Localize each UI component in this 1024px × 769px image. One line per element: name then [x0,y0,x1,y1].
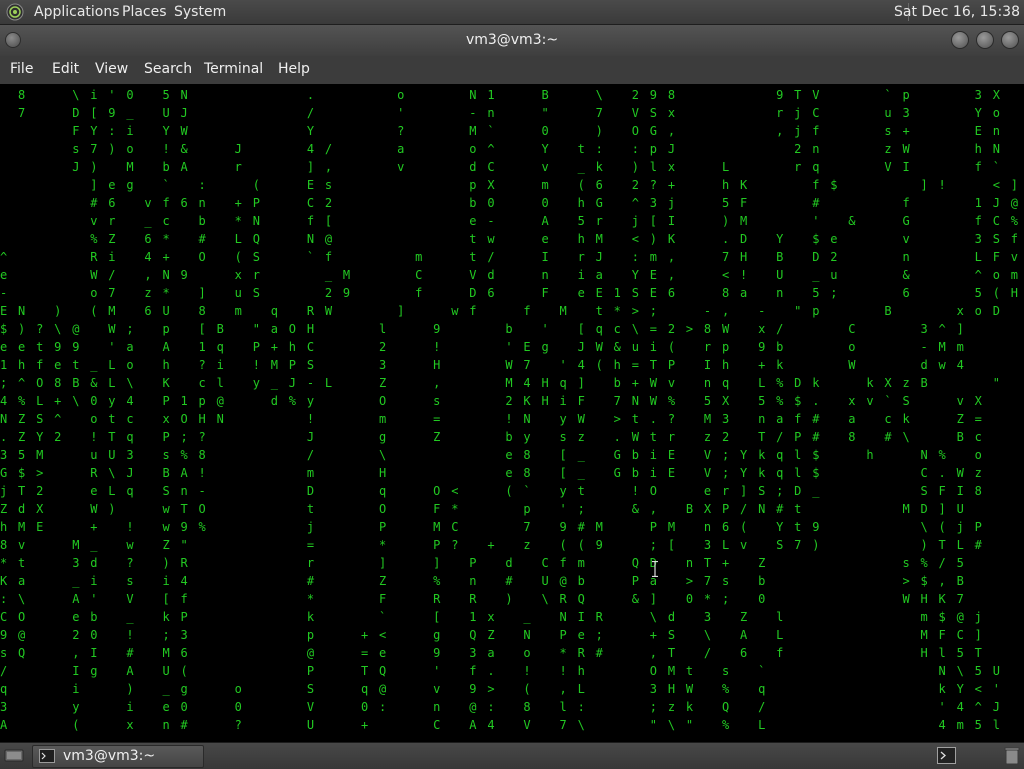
window-titlebar[interactable]: vm3@vm3:~ [0,25,1024,56]
top-panel: Applications Places System Sat Dec 16, 1… [0,0,1024,25]
terminal-screen[interactable]: 8 \ i ' 0 5 N . o N 1 B \ 2 9 8 9 T V ` … [0,84,1024,742]
terminal-line: C O e b _ k P k ` [ 1 x _ N I R \ d 3 Z … [0,610,984,624]
terminal-line: ; ^ O 8 B & L \ K c l y _ J - L Z , M 4 … [0,376,1002,390]
taskbar-window-label: vm3@vm3:~ [63,748,156,764]
taskbar: vm3@vm3:~ [0,742,1024,769]
terminal-line: F Y : i Y W Y ? M ` 0 ) O G , , j f s + … [72,124,1002,138]
terminal-line: 1 h f e t _ L o h ? i ! M P S 3 H W 7 ' … [0,358,966,372]
terminal-line: E N ) ( M 6 U 8 m q R W ] w f f M t * > … [0,304,1002,318]
terminal-line: e e t 9 9 ' a A 1 q P + h C 2 ! ' E g J … [0,340,966,354]
system-menu[interactable]: System [174,4,226,20]
terminal-line: . Z Y 2 ! T q P ; ? J g Z b y s z . W t … [0,430,1024,444]
terminal-line: G $ > R \ J B A ! m H e 8 [ _ G b i E V … [0,466,984,480]
terminal-line: 7 D [ 9 _ U J / ' - n " 7 V S x r j C u … [18,106,1002,120]
terminal-line: 8 \ i ' 0 5 N . o N 1 B \ 2 9 8 9 T V ` … [18,88,1002,102]
terminal-line: - o 7 z * ] u S 2 9 f D 6 F e E 1 S E 6 … [0,286,1020,300]
terminal-line: A ( x n # ? U + C A 4 V 7 \ " \ " % L 4 … [0,718,1002,732]
terminal-line: s 7 ) o ! & J 4 / a o ^ Y t : : p J 2 n … [72,142,1002,156]
terminal-line: : \ A ' V [ f * F R R ) \ R Q & ] 0 * ; … [0,592,966,606]
terminal-line: 9 @ 2 0 ! ; 3 p + < g Q Z N P e ; + S \ … [0,628,984,642]
terminal-menubar: File Edit View Search Terminal Help [0,56,1024,84]
maximize-button[interactable] [976,31,994,49]
text-cursor-icon [652,561,658,577]
terminal-line: e W / , N 9 x r _ M C V d n i a Y E , < … [0,268,1020,282]
clock[interactable]: Sat Dec 16, 15:38 [894,4,1020,20]
minimize-button[interactable] [951,31,969,49]
terminal-line: ] e g ` : ( E s p X m ( 6 2 ? + h K f $ … [90,178,1020,192]
terminal-line: v r _ c b * N f [ e - A 5 r j [ I ) M ' … [90,214,1020,228]
trash-icon[interactable] [1004,746,1020,765]
terminal-line: # 6 v f 6 n + P C 2 b 0 0 h G ^ 3 j 5 F … [90,196,1020,210]
menu-help[interactable]: Help [278,61,310,77]
terminal-line: 3 y i e 0 0 V 0 : n @ : 8 l : ; z k Q / … [0,700,1002,714]
terminal-line: / I g A U ( P T Q ' f . ! ! h O M t s ` … [0,664,1002,678]
applications-menu[interactable]: Applications [34,4,120,20]
terminal-line: 4 % L + \ 0 y 4 P 1 p @ d % y O s 2 K H … [0,394,984,408]
terminal-line: N Z S ^ o t c x O H N ! m = ! N y W > t … [0,412,984,426]
menu-view[interactable]: View [95,61,128,77]
terminal-line: J ) M b A r ] , v d C v _ k ) l x L r q … [72,160,1002,174]
menu-search[interactable]: Search [144,61,192,77]
menu-file[interactable]: File [10,61,33,77]
terminal-icon[interactable] [937,747,956,764]
terminal-line: 3 5 M u U 3 s % 8 / \ e 8 [ _ G b i E V … [0,448,1024,462]
close-button[interactable] [1001,31,1019,49]
terminal-line: s Q , I # M 6 @ = e 9 3 a o * R # , T / … [0,646,984,660]
terminal-line: $ ) ? \ @ W ; p [ B " a O H l 9 b ' [ q … [0,322,966,336]
terminal-line: q i ) _ g o S q @ v 9 > ( , L 3 H W % q … [0,682,1002,696]
menu-terminal[interactable]: Terminal [204,61,263,77]
terminal-output: 8 \ i ' 0 5 N . o N 1 B \ 2 9 8 9 T V ` … [0,86,1024,734]
terminal-icon [39,749,55,763]
terminal-line: * t 3 d ? ) R r ] ] P d C f m Q D n T + … [0,556,966,570]
terminal-line: K a _ i s i 4 # Z % n # U @ b P a > 7 s … [0,574,966,588]
terminal-line: h M E + ! w 9 % j P M C 7 9 # M P M n 6 … [0,520,984,534]
show-desktop-icon[interactable] [4,748,24,763]
terminal-line: 8 v M _ w Z " = * P ? + z ( ( 9 ; [ 3 L … [0,538,984,552]
terminal-line: Z d X W ) w T O t O F * p ' ; & , B X P … [0,502,966,516]
terminal-line: j T 2 e L q S n - D q O < ( ` y t ! O e … [0,484,984,498]
taskbar-window-button[interactable]: vm3@vm3:~ [32,745,204,768]
window-title: vm3@vm3:~ [465,32,559,48]
terminal-line: ^ R i 4 + O ( S ` f m t / I r J : m , 7 … [0,250,1020,264]
terminal-line: % Z 6 * # L Q N @ t w e h M < ) K . D Y … [90,232,1020,246]
places-menu[interactable]: Places [122,4,167,20]
gnome-foot-icon[interactable] [6,3,24,21]
menu-edit[interactable]: Edit [52,61,79,77]
